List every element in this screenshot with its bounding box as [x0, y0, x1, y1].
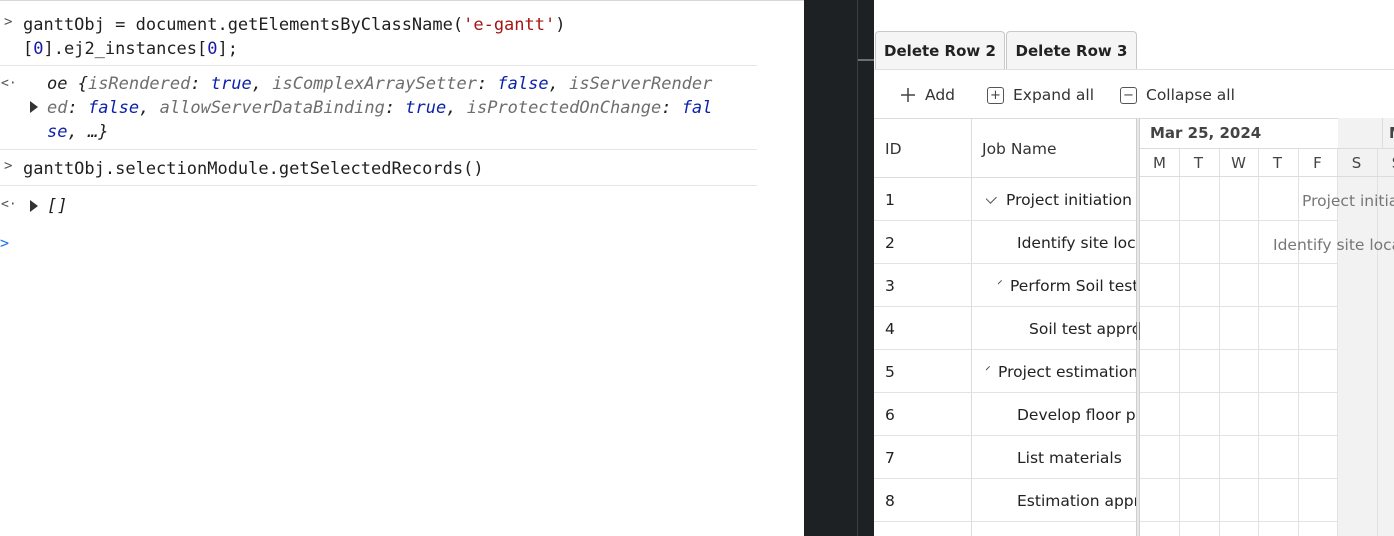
console-input-line-cont[interactable]: [0].ej2_instances[0];	[23, 37, 238, 61]
row-id: 5	[885, 362, 895, 381]
day-label: F	[1313, 154, 1322, 172]
object-preview-line-1[interactable]: oe {isRendered: true, isComplexArraySett…	[47, 72, 712, 96]
chevron-down-icon[interactable]	[986, 365, 991, 373]
console-separator	[0, 149, 757, 150]
row-id: 1	[885, 190, 895, 209]
row-id: 2	[885, 233, 895, 252]
row-job-name: Perform Soil test	[998, 264, 1136, 307]
splitter-grip-icon[interactable]	[1136, 322, 1140, 340]
console-input-line[interactable]: ganttObj = document.getElementsByClassNa…	[23, 13, 565, 37]
day-gridline	[1219, 149, 1220, 536]
object-preview-line-3[interactable]: se, …}	[47, 120, 108, 144]
expand-triangle-icon[interactable]	[30, 101, 38, 113]
console-top-border	[0, 0, 804, 1]
toolbar-top-border	[874, 69, 1394, 70]
divider-tick	[858, 59, 874, 61]
task-label[interactable]: Identify site location	[1273, 236, 1394, 254]
divider-line	[857, 0, 858, 536]
expand-all-label: Expand all	[1013, 86, 1095, 104]
day-gridline	[1298, 149, 1299, 536]
row-job-name: List materials	[1017, 448, 1122, 467]
row-id: 6	[885, 405, 895, 424]
chevron-down-icon[interactable]	[998, 279, 1003, 287]
day-label: T	[1272, 154, 1283, 172]
devtools-console: > ganttObj = document.getElementsByClass…	[0, 0, 804, 536]
expand-triangle-icon[interactable]	[30, 200, 38, 212]
row-job-name-text: Project initiation	[1006, 190, 1132, 209]
row-id: 3	[885, 276, 895, 295]
expand-all-icon: +	[987, 86, 1004, 104]
chevron-down-icon[interactable]	[986, 190, 997, 204]
array-output[interactable]: []	[47, 194, 67, 218]
row-job-name-text: Project estimation	[998, 362, 1136, 381]
day-label: W	[1231, 154, 1246, 172]
timeline-header-border	[1140, 176, 1394, 177]
timeline-week-label: M	[1389, 118, 1394, 148]
weekend-shade	[1338, 118, 1378, 536]
week-divider	[1382, 118, 1383, 148]
row-job-name: Project initiation	[986, 178, 1136, 221]
return-arrow-icon: <·	[1, 197, 17, 212]
day-gridline	[1258, 149, 1259, 536]
add-button[interactable]: Add	[900, 80, 955, 110]
expand-all-button[interactable]: + Expand all	[987, 80, 1094, 110]
console-separator	[0, 65, 757, 66]
collapse-all-label: Collapse all	[1146, 86, 1235, 104]
return-arrow-icon: <·	[1, 76, 17, 91]
delete-row-2-button[interactable]: Delete Row 2	[875, 31, 1005, 70]
day-label: M	[1153, 154, 1166, 172]
input-prompt-icon: >	[4, 14, 13, 30]
timeline-week-label: Mar 25, 2024	[1150, 124, 1262, 142]
delete-row-3-button[interactable]: Delete Row 3	[1006, 31, 1137, 70]
plus-icon	[900, 87, 916, 103]
row-job-name: Soil test approval	[1029, 319, 1136, 338]
collapse-all-icon: −	[1120, 86, 1137, 104]
row-id: 7	[885, 448, 895, 467]
day-label: S	[1377, 149, 1394, 177]
weekend-shade	[1377, 118, 1394, 536]
row-id: 4	[885, 319, 895, 338]
console-separator	[0, 185, 757, 186]
day-label: T	[1193, 154, 1204, 172]
object-preview-line-2[interactable]: ed: false, allowServerDataBinding: true,…	[47, 96, 712, 120]
row-job-name: Develop floor plan	[1017, 405, 1136, 424]
input-prompt-icon: >	[4, 158, 13, 174]
day-label: S	[1351, 154, 1362, 172]
add-label: Add	[925, 86, 956, 104]
console-input-line[interactable]: ganttObj.selectionModule.getSelectedReco…	[23, 157, 484, 181]
column-header-job-name[interactable]: Job Name	[982, 119, 1057, 178]
row-job-name: Project estimation	[986, 350, 1136, 393]
row-job-name: Estimation approval	[1017, 491, 1136, 510]
column-header-id[interactable]: ID	[885, 119, 902, 178]
gantt-timeline: Mar 25, 2024 M M T W T F S S Project ini…	[1140, 118, 1394, 536]
console-prompt-caret-icon[interactable]: >	[0, 234, 9, 252]
row-job-name-text: Perform Soil test	[1010, 276, 1136, 295]
gantt-app: Delete Row 2 Delete Row 3 Add + Expand a…	[874, 0, 1394, 536]
day-gridline	[1179, 149, 1180, 536]
row-id: 8	[885, 491, 895, 510]
row-job-name: Identify site location	[1017, 233, 1136, 252]
panel-divider	[804, 0, 874, 536]
task-label[interactable]: Project initiation	[1302, 192, 1394, 210]
collapse-all-button[interactable]: − Collapse all	[1120, 80, 1235, 110]
